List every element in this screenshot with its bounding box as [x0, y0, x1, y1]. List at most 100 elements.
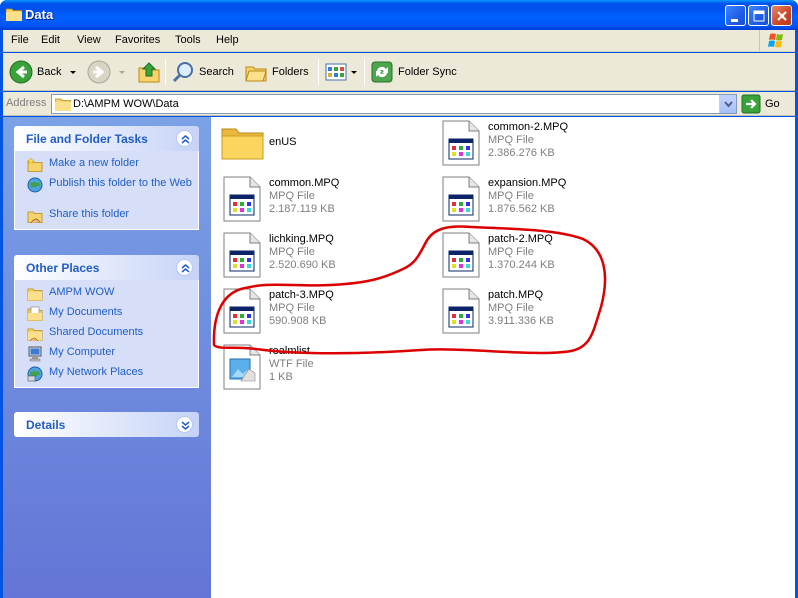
collapse-icon[interactable] — [176, 130, 193, 147]
file-size: 1.370.244 KB — [488, 259, 555, 271]
toolbar-separator — [165, 59, 166, 85]
file-name: lichking.MPQ — [269, 233, 334, 245]
new-folder-icon — [27, 157, 43, 172]
up-folder-icon — [138, 62, 160, 83]
place-shared-documents[interactable]: Shared Documents — [27, 326, 198, 346]
file-item-realmlist[interactable]: realmlist WTF File 1 KB — [219, 343, 429, 395]
content-area: File and Folder Tasks Make a new folder … — [3, 117, 795, 598]
other-places-panel: Other Places AMPM WOW My Documents Share… — [14, 255, 199, 388]
file-name: patch-2.MPQ — [488, 233, 553, 245]
task-make-new-folder[interactable]: Make a new folder — [27, 157, 198, 177]
file-size: 3.911.336 KB — [488, 315, 554, 327]
go-button[interactable]: Go — [741, 94, 780, 114]
views-dropdown-icon[interactable] — [351, 70, 357, 74]
file-type: MPQ File — [488, 134, 534, 146]
place-label: My Documents — [49, 306, 123, 318]
mpq-file-icon — [223, 232, 261, 278]
file-size: 1 KB — [269, 371, 293, 383]
file-size: 2.386.276 KB — [488, 147, 555, 159]
file-item-common-mpq[interactable]: common.MPQ MPQ File 2.187.119 KB — [219, 175, 429, 227]
up-folder-button[interactable] — [137, 53, 161, 91]
file-name: common-2.MPQ — [488, 121, 569, 133]
file-list: enUS common-2.MPQ MPQ File 2.386.276 KB — [211, 117, 795, 598]
windows-logo-icon — [759, 30, 793, 51]
file-name: realmlist — [269, 345, 310, 357]
panel-header[interactable]: Details — [14, 412, 199, 437]
file-item-patch-3-mpq[interactable]: patch-3.MPQ MPQ File 590.908 KB — [219, 287, 429, 339]
file-name: patch.MPQ — [488, 289, 544, 301]
mpq-file-icon — [442, 232, 480, 278]
menu-tools[interactable]: Tools — [175, 34, 201, 46]
folder-sync-button[interactable]: Folder Sync — [370, 53, 457, 91]
forward-arrow-icon — [87, 60, 111, 84]
explorer-window: Data File Edit View Favorites Tools Help — [0, 0, 798, 598]
folder-sync-icon — [371, 61, 393, 83]
file-name: patch-3.MPQ — [269, 289, 334, 301]
globe-icon — [27, 177, 43, 193]
mpq-file-icon — [223, 176, 261, 222]
place-label: Shared Documents — [49, 326, 144, 338]
place-label: AMPM WOW — [49, 286, 115, 298]
back-button[interactable]: Back — [9, 53, 77, 91]
back-label: Back — [37, 66, 62, 78]
my-documents-icon — [27, 306, 43, 321]
file-type: MPQ File — [269, 190, 315, 202]
mpq-file-icon — [442, 120, 480, 166]
back-dropdown-icon[interactable] — [70, 70, 77, 74]
file-item-common-2-mpq[interactable]: common-2.MPQ MPQ File 2.386.276 KB — [438, 119, 648, 171]
panel-body: Make a new folder Publish this folder to… — [14, 151, 199, 230]
panel-header[interactable]: Other Places — [14, 255, 199, 280]
task-label: Publish this folder to the Web — [49, 177, 192, 189]
place-my-documents[interactable]: My Documents — [27, 306, 198, 326]
address-bar: Address D:\AMPM WOW\Data Go — [3, 92, 795, 116]
menu-edit[interactable]: Edit — [41, 34, 60, 46]
collapse-icon[interactable] — [176, 259, 193, 276]
address-input[interactable]: D:\AMPM WOW\Data — [51, 94, 737, 114]
address-dropdown-button[interactable] — [719, 95, 736, 113]
task-publish-to-web[interactable]: Publish this folder to the Web — [27, 177, 198, 208]
search-label: Search — [199, 66, 234, 78]
menu-help[interactable]: Help — [216, 34, 239, 46]
go-label: Go — [765, 98, 780, 110]
views-button[interactable] — [324, 53, 357, 91]
menu-view[interactable]: View — [77, 34, 101, 46]
address-path: D:\AMPM WOW\Data — [73, 98, 179, 110]
search-icon — [172, 62, 193, 83]
folders-button[interactable]: Folders — [244, 53, 309, 91]
search-button[interactable]: Search — [171, 53, 234, 91]
forward-dropdown-icon[interactable] — [119, 70, 125, 74]
back-arrow-icon — [9, 60, 33, 84]
file-item-expansion-mpq[interactable]: expansion.MPQ MPQ File 1.876.562 KB — [438, 175, 648, 227]
menu-favorites[interactable]: Favorites — [115, 34, 160, 46]
file-item-lichking-mpq[interactable]: lichking.MPQ MPQ File 2.520.690 KB — [219, 231, 429, 283]
file-item-patch-mpq[interactable]: patch.MPQ MPQ File 3.911.336 KB — [438, 287, 648, 339]
minimize-button[interactable] — [725, 5, 746, 26]
place-ampm-wow[interactable]: AMPM WOW — [27, 286, 198, 306]
file-type: WTF File — [269, 358, 314, 370]
menu-bar: File Edit View Favorites Tools Help — [3, 30, 795, 52]
maximize-button[interactable] — [748, 5, 769, 26]
menu-file[interactable]: File — [11, 34, 29, 46]
file-type: MPQ File — [488, 302, 534, 314]
panel-title: Details — [26, 418, 66, 432]
title-bar[interactable]: Data — [0, 0, 798, 30]
go-arrow-icon — [741, 94, 761, 114]
place-my-computer[interactable]: My Computer — [27, 346, 198, 366]
file-item-patch-2-mpq[interactable]: patch-2.MPQ MPQ File 1.370.244 KB — [438, 231, 648, 283]
toolbar-separator — [318, 59, 319, 85]
task-share-folder[interactable]: Share this folder — [27, 208, 198, 224]
file-item-enus[interactable]: enUS — [219, 119, 429, 171]
place-my-network-places[interactable]: My Network Places — [27, 366, 198, 382]
file-size: 1.876.562 KB — [488, 203, 555, 215]
file-size: 2.187.119 KB — [269, 203, 335, 215]
toolbar: Back Search Folders Folder Sync — [3, 53, 795, 91]
expand-icon[interactable] — [176, 416, 193, 433]
close-button[interactable] — [771, 5, 792, 26]
folder-icon — [6, 8, 22, 21]
panel-header[interactable]: File and Folder Tasks — [14, 126, 199, 151]
details-panel: Details — [14, 412, 199, 437]
panel-title: File and Folder Tasks — [26, 132, 148, 146]
place-label: My Computer — [49, 346, 116, 358]
forward-button[interactable] — [87, 53, 125, 91]
folders-label: Folders — [272, 66, 309, 78]
